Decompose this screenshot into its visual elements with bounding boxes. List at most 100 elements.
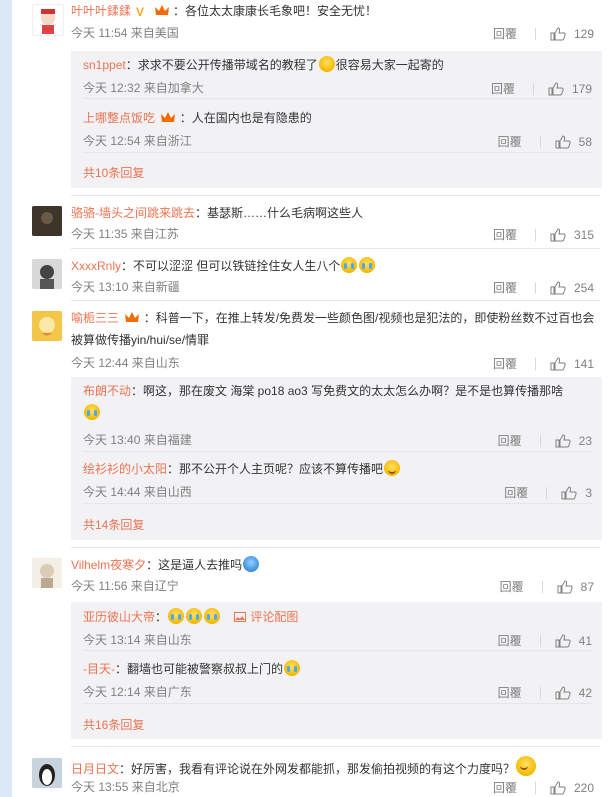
crying-emoji-icon	[186, 608, 203, 624]
username[interactable]: XxxxRnly	[71, 259, 121, 273]
timestamp: 今天 11:56 来自辽宁	[71, 579, 179, 593]
reply-button[interactable]: 回覆	[493, 226, 517, 243]
like-button[interactable]: 87	[557, 580, 594, 594]
timestamp: 今天 14:44 来自山西	[83, 485, 192, 499]
comment-image-link[interactable]: 评论配图	[234, 610, 298, 624]
comment-panel: 叶叶叶鍒鍒 V ：各位太太康康长毛象吧！安全无忧！ 今天 11:54 来自美国 …	[12, 0, 610, 797]
comment-actions: 回覆 129	[493, 25, 594, 42]
like-button[interactable]: 254	[550, 281, 594, 295]
like-button[interactable]: 315	[550, 228, 594, 242]
comment-text: ：基瑟斯……什么毛病啊这些人	[195, 206, 364, 220]
comment-actions: 回覆 315	[493, 226, 594, 243]
reply-list: 亚历彼山大帝： 评论配图 今天 13:14 来自山东 回覆 41 -目天-：翻墙…	[71, 602, 602, 739]
svg-text:V: V	[136, 5, 144, 17]
reply-button[interactable]: 回覆	[493, 25, 517, 42]
comment-text: ：那不公开个人主页呢？应该不算传播吧	[167, 462, 384, 476]
reply-button[interactable]: 回覆	[498, 632, 522, 649]
username[interactable]: 上哪整点饭吃	[83, 111, 155, 125]
like-count: 23	[578, 433, 592, 448]
comment-text: ：这是逼人去推吗	[146, 558, 243, 572]
username[interactable]: Vilhelm夜寒夕	[71, 558, 146, 572]
like-button[interactable]: 23	[555, 434, 592, 448]
comment-text-cont: 被算做传播yin/hui/se/情罪	[71, 333, 210, 347]
member-crown-icon	[124, 310, 140, 329]
verified-v-icon: V	[136, 4, 148, 22]
like-button[interactable]: 179	[548, 82, 592, 96]
cartoon-avatar-icon	[32, 311, 62, 341]
like-button[interactable]: 141	[550, 357, 594, 371]
reply-button[interactable]: 回覆	[498, 432, 522, 449]
like-button[interactable]: 129	[550, 27, 594, 41]
reply-button[interactable]: 回覆	[504, 484, 528, 501]
reply-button[interactable]: 回覆	[500, 578, 524, 595]
thumbs-up-icon	[550, 280, 566, 294]
reply-list: sn1ppet：求求不要公开传播带域名的教程了 很容易大家一起寄的 今天 12:3…	[71, 51, 602, 188]
comment-text-cont: 很容易大家一起寄的	[335, 58, 444, 72]
like-button[interactable]: 58	[555, 135, 592, 149]
thumbs-up-icon	[555, 685, 571, 699]
comment-text: ：人在国内也是有隐患的	[179, 111, 312, 125]
username[interactable]: 日月日文	[71, 762, 119, 776]
comment-actions: 回覆 254	[493, 279, 594, 296]
comment-actions: 回覆 42	[498, 684, 592, 701]
more-replies-link[interactable]: 共14条回复	[83, 516, 144, 533]
timestamp: 今天 12:44 来自山东	[71, 356, 180, 370]
username[interactable]: sn1ppet	[83, 58, 126, 72]
username[interactable]: 喻栀三三	[71, 311, 119, 325]
comment-text: ：科普一下，在推上转发/免费发一些颜色图/视频也是犯法的，即使粉丝数不过百也会	[143, 311, 595, 325]
emoji-icon	[318, 56, 335, 72]
member-crown-icon	[154, 3, 170, 22]
timestamp: 今天 12:14 来自广东	[83, 685, 192, 699]
timestamp: 今天 11:35 来自江苏	[71, 227, 179, 241]
comment-text: ：好厉害，我看有评论说在外网发都能抓，那发偷拍视频的有这个力度吗？	[119, 762, 516, 776]
image-icon	[234, 612, 247, 622]
reply-button[interactable]: 回覆	[498, 133, 522, 150]
like-count: 220	[573, 780, 594, 795]
reply-button[interactable]: 回覆	[498, 684, 522, 701]
avatar[interactable]	[32, 758, 62, 788]
more-replies-link[interactable]: 共16条回复	[83, 716, 144, 733]
like-count: 58	[578, 134, 592, 149]
more-replies-link[interactable]: 共10条回复	[83, 164, 144, 181]
comment-actions: 回覆 58	[498, 133, 592, 150]
avatar[interactable]	[32, 259, 62, 289]
avatar[interactable]	[32, 4, 64, 36]
like-button[interactable]: 41	[555, 634, 592, 648]
avatar[interactable]	[32, 311, 62, 341]
like-count: 3	[585, 485, 592, 500]
thumbs-up-icon	[550, 780, 566, 794]
reply-button[interactable]: 回覆	[493, 779, 517, 796]
username[interactable]: 绘衫衫的小太阳	[83, 462, 167, 476]
username[interactable]: 骆骆-墙头之间跳来跳去	[71, 206, 195, 220]
timestamp: 今天 13:55 来自北京	[71, 780, 180, 794]
avatar[interactable]	[32, 558, 62, 588]
like-count: 87	[580, 579, 594, 594]
timestamp: 今天 12:54 来自浙江	[83, 134, 192, 148]
comment-text: ：各位太太康康长毛象吧！安全无忧！	[173, 4, 378, 18]
comment-actions: 回覆 87	[500, 578, 594, 595]
username[interactable]: 叶叶叶鍒鍒	[71, 4, 131, 18]
username[interactable]: 亚历彼山大帝	[83, 610, 155, 624]
like-button[interactable]: 42	[555, 686, 592, 700]
like-button[interactable]: 3	[561, 486, 592, 500]
thumbs-up-icon	[561, 485, 577, 499]
cartoon-avatar-icon	[32, 558, 62, 588]
like-count: 42	[578, 685, 592, 700]
reply-button[interactable]: 回覆	[493, 355, 517, 372]
smile-emoji-icon	[516, 756, 537, 776]
comment-text: ：	[155, 610, 168, 624]
username[interactable]: -目天-	[83, 662, 115, 676]
timestamp: 今天 13:40 来自福建	[83, 433, 192, 447]
comment-text: ：翻墙也可能被警察叔叔上门的	[115, 662, 284, 676]
comment-actions: 回覆 3	[504, 484, 592, 501]
avatar[interactable]	[32, 206, 62, 236]
reply-button[interactable]: 回覆	[493, 279, 517, 296]
thumbs-up-icon	[550, 26, 566, 40]
thumbs-up-icon	[550, 227, 566, 241]
photo-avatar-icon	[32, 259, 62, 289]
username[interactable]: 布朗不动	[83, 384, 131, 398]
thumbs-up-icon	[557, 579, 573, 593]
reply-button[interactable]: 回覆	[491, 80, 515, 97]
comment-actions: 回覆 41	[498, 632, 592, 649]
like-button[interactable]: 220	[550, 781, 594, 795]
